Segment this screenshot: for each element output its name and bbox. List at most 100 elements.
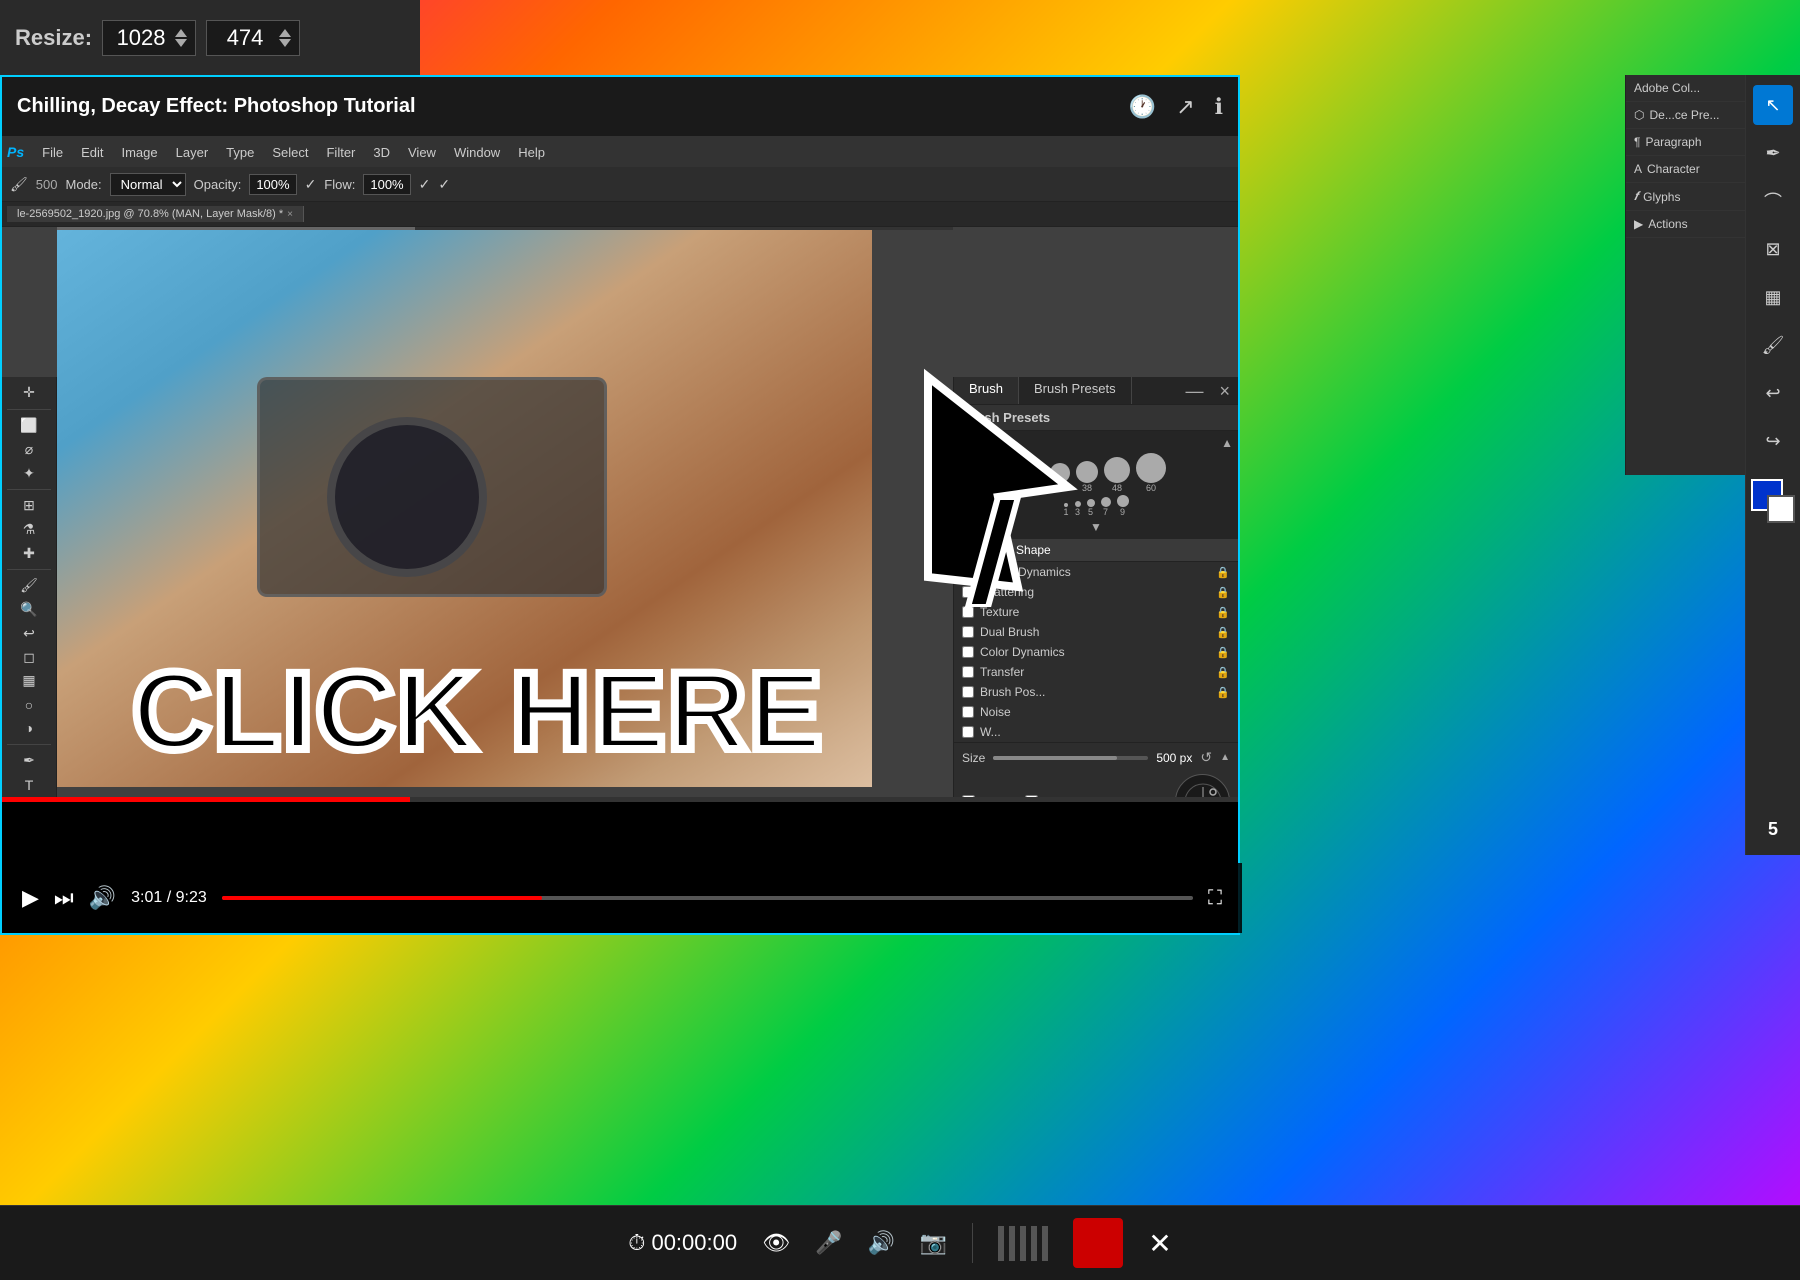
cb-brush-pose[interactable]: Brush Pos... 🔒 (954, 682, 1238, 702)
cb-noise-input[interactable] (962, 706, 974, 718)
ps-menu-select[interactable]: Select (264, 143, 316, 162)
brush-preset-36[interactable]: 36 (1050, 463, 1070, 493)
cb-wet-edges-input[interactable] (962, 726, 974, 738)
video-seek-bar[interactable] (222, 896, 1193, 900)
cb-color-dynamics-input[interactable] (962, 646, 974, 658)
ps-menu-window[interactable]: Window (446, 143, 508, 162)
youtube-share-button[interactable]: ↗ (1176, 94, 1194, 120)
far-right-select-btn[interactable]: ↖ (1753, 85, 1793, 125)
brush-btn[interactable]: 🖌 (13, 575, 45, 597)
cb-dual-brush-input[interactable] (962, 626, 974, 638)
ps-document-tab[interactable]: le-2569502_1920.jpg @ 70.8% (MAN, Layer … (7, 206, 304, 222)
brush-preset-3[interactable]: 3 (1075, 501, 1081, 517)
far-right-path-btn[interactable]: ⌒ (1753, 181, 1793, 221)
cb-brush-pose-input[interactable] (962, 686, 974, 698)
ps-menu-file[interactable]: File (34, 143, 71, 162)
video-progress-outer[interactable] (2, 797, 1238, 802)
gradient-btn[interactable]: ▦ (13, 670, 45, 692)
character-panel-item[interactable]: A Character (1626, 156, 1745, 183)
resize-width-value[interactable]: 1028 (111, 25, 171, 51)
brush-scroll-down[interactable]: ▼ (959, 520, 1233, 534)
background-color-swatch[interactable] (1767, 495, 1795, 523)
brush-panel-close[interactable]: × (1211, 377, 1238, 404)
cb-transfer[interactable]: Transfer 🔒 (954, 662, 1238, 682)
brush-panel-collapse[interactable]: — (1177, 377, 1211, 404)
actions-panel-item[interactable]: ▶ Actions (1626, 211, 1745, 238)
healing-brush-btn[interactable]: ✚ (13, 542, 45, 564)
brush-preset-32[interactable]: 32 (1026, 465, 1044, 493)
pen-tool-btn[interactable]: ✒ (13, 750, 45, 772)
resize-width-up-arrow[interactable] (175, 29, 187, 37)
eraser-btn[interactable]: ◻ (13, 646, 45, 668)
adobe-color-panel-item[interactable]: Adobe Col... (1626, 75, 1745, 102)
brush-preset-60[interactable]: 60 (1136, 453, 1166, 493)
resize-width-down-arrow[interactable] (175, 39, 187, 47)
resize-height-down-arrow[interactable] (279, 39, 291, 47)
brush-preset-48[interactable]: 48 (1104, 457, 1130, 493)
brush-preset-7[interactable]: 7 (1101, 497, 1111, 517)
ps-tab-close-btn[interactable]: × (287, 209, 293, 220)
eyedropper-btn[interactable]: ⚗ (13, 518, 45, 540)
text-tool-btn[interactable]: T (13, 774, 45, 796)
youtube-history-button[interactable]: 🕐 (1129, 94, 1156, 120)
brush-tab-presets[interactable]: Brush Presets (1019, 377, 1132, 404)
cb-transfer-input[interactable] (962, 666, 974, 678)
brush-tab-brush[interactable]: Brush (954, 377, 1019, 404)
resize-height-up-arrow[interactable] (279, 29, 291, 37)
brush-size-input[interactable]: 500 (36, 177, 58, 192)
size-up-arrow[interactable]: ▲ (1220, 752, 1230, 763)
ps-menu-view[interactable]: View (400, 143, 444, 162)
ps-menu-filter[interactable]: Filter (318, 143, 363, 162)
close-recording-button[interactable]: ✕ (1148, 1227, 1171, 1260)
ps-menu-help[interactable]: Help (510, 143, 553, 162)
brush-preset-1[interactable]: 1 (1063, 503, 1068, 517)
crop-tool-btn[interactable]: ⊞ (13, 495, 45, 517)
mute-button[interactable]: 🔊 (89, 885, 116, 911)
opacity-value[interactable]: 100% (249, 174, 296, 195)
resize-width-group[interactable]: 1028 (102, 20, 196, 56)
cb-wet-edges[interactable]: W... (954, 722, 1238, 742)
rectangular-marquee-btn[interactable]: ⬜ (13, 415, 45, 437)
mode-select[interactable]: Normal (110, 173, 186, 196)
size-reset-icon[interactable]: ↺ (1200, 749, 1212, 766)
fullscreen-button[interactable]: ⛶ (1208, 887, 1222, 910)
ps-menu-image[interactable]: Image (113, 143, 165, 162)
clone-stamp-btn[interactable]: 🔍 (13, 599, 45, 621)
far-right-undo-btn[interactable]: ↩ (1753, 373, 1793, 413)
stop-recording-button[interactable] (1073, 1218, 1123, 1268)
cb-shape-dynamics-input[interactable] (962, 566, 974, 578)
cb-noise[interactable]: Noise (954, 702, 1238, 722)
microphone-button[interactable]: 🎤 (815, 1230, 842, 1256)
cb-texture[interactable]: Texture 🔒 (954, 602, 1238, 622)
far-right-redo-btn[interactable]: ↪ (1753, 421, 1793, 461)
ps-menu-edit[interactable]: Edit (73, 143, 111, 162)
ps-menu-3d[interactable]: 3D (365, 143, 398, 162)
move-tool-btn[interactable]: ✛ (13, 382, 45, 404)
brush-scroll-up[interactable]: ▲ (1221, 436, 1233, 450)
webcam-button[interactable]: 👁 (762, 1230, 790, 1256)
cb-shape-dynamics[interactable]: Shape Dynamics 🔒 (954, 562, 1238, 582)
cb-texture-input[interactable] (962, 606, 974, 618)
flow-value[interactable]: 100% (363, 174, 410, 195)
quick-select-btn[interactable]: ✦ (13, 462, 45, 484)
far-right-transform-btn[interactable]: ⊠ (1753, 229, 1793, 269)
size-slider[interactable] (993, 756, 1148, 760)
far-right-brush-fill-btn[interactable]: 🖌 (1753, 325, 1793, 365)
speaker-button[interactable]: 🔊 (867, 1230, 894, 1256)
brush-preset-38[interactable]: 38 (1076, 461, 1098, 493)
history-brush-btn[interactable]: ↩ (13, 622, 45, 644)
ps-menu-layer[interactable]: Layer (168, 143, 217, 162)
cb-color-dynamics[interactable]: Color Dynamics 🔒 (954, 642, 1238, 662)
far-right-pen-btn[interactable]: ✒ (1753, 133, 1793, 173)
brush-preset-9[interactable]: 9 (1117, 495, 1129, 517)
screenshot-button[interactable]: 📷 (920, 1230, 947, 1256)
ps-menu-type[interactable]: Type (218, 143, 262, 162)
resize-width-arrows[interactable] (175, 29, 187, 47)
dodge-btn[interactable]: ◑ (13, 718, 45, 740)
play-button[interactable]: ▶ (22, 885, 39, 911)
youtube-info-button[interactable]: ℹ (1215, 94, 1223, 120)
cb-dual-brush[interactable]: Dual Brush 🔒 (954, 622, 1238, 642)
resize-height-value[interactable]: 474 (215, 25, 275, 51)
cb-scattering-input[interactable] (962, 586, 974, 598)
brush-preset-5[interactable]: 5 (1087, 499, 1095, 517)
